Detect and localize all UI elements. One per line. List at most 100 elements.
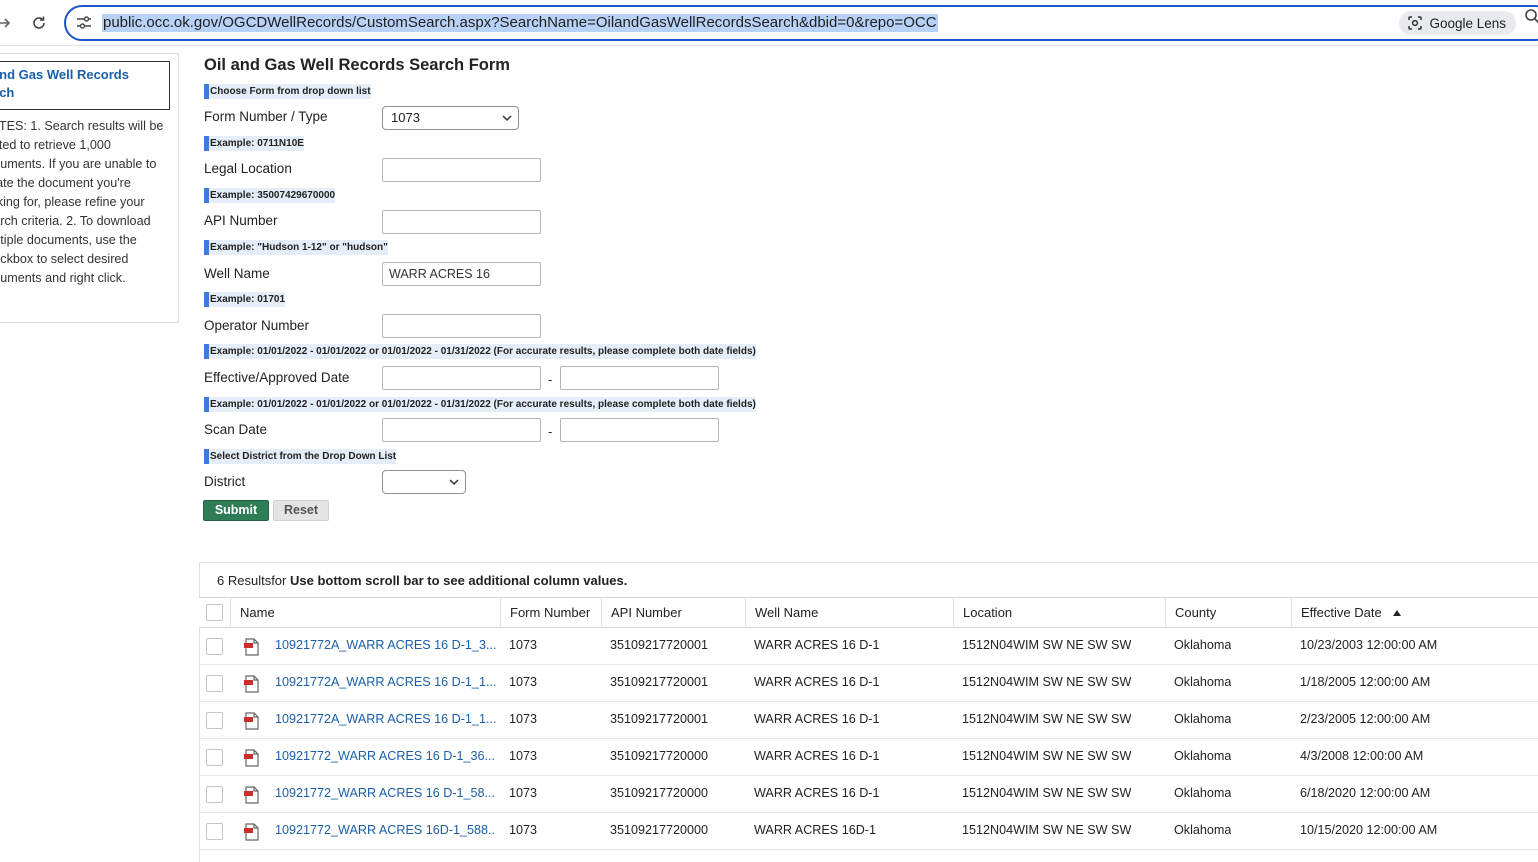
pdf-file-icon: [244, 638, 259, 656]
api-number-input[interactable]: [382, 210, 541, 234]
pdf-file-icon: [244, 749, 259, 767]
row-api-number: 35109217720000: [610, 786, 709, 800]
operator-number-input[interactable]: [382, 314, 541, 338]
row-form-number: 1073: [509, 823, 538, 837]
sort-ascending-icon: [1393, 610, 1402, 616]
row-name-link[interactable]: 10921772A_WARR ACRES 16 D-1_1...: [266, 665, 496, 701]
row-county: Oklahoma: [1174, 675, 1232, 689]
row-effective-date: 10/23/2003 12:00:00 AM: [1300, 638, 1438, 652]
google-lens-icon: [1408, 16, 1423, 30]
well-name-input[interactable]: [382, 262, 541, 286]
magnifier-icon[interactable]: [1524, 8, 1538, 26]
row-county: Oklahoma: [1174, 712, 1232, 726]
table-row[interactable]: 10921772_WARR ACRES 16 D-1_36... 1073 35…: [199, 739, 1538, 776]
row-form-number: 1073: [509, 675, 538, 689]
row-api-number: 35109217720000: [610, 823, 709, 837]
site-settings-icon[interactable]: [74, 14, 94, 32]
row-well-name: WARR ACRES 16 D-1: [754, 712, 880, 726]
table-row[interactable]: 10921772_WARR ACRES 16 D-1_58... 1073 35…: [199, 776, 1538, 813]
label-form-type: Form Number / Type: [204, 109, 328, 124]
row-api-number: 35109217720001: [610, 712, 709, 726]
hint-scan-date: Example: 01/01/2022 - 01/01/2022 or 01/0…: [204, 397, 756, 412]
hint-api-number: Example: 35007429670000: [204, 188, 336, 203]
row-effective-date: 6/18/2020 12:00:00 AM: [1300, 786, 1431, 800]
column-header-county[interactable]: County: [1165, 598, 1291, 627]
effective-date-to-input[interactable]: [560, 366, 719, 390]
forward-arrow-icon[interactable]: [0, 11, 16, 35]
column-header-location[interactable]: Location: [953, 598, 1165, 627]
column-header-well-name[interactable]: Well Name: [745, 598, 953, 627]
row-location: 1512N04WIM SW NE SW SW: [962, 638, 1132, 652]
row-county: Oklahoma: [1174, 749, 1232, 763]
submit-button[interactable]: Submit: [203, 500, 269, 521]
row-api-number: 35109217720001: [610, 638, 709, 652]
pdf-file-icon: [244, 675, 259, 693]
label-district: District: [204, 474, 246, 489]
row-effective-date: 2/23/2005 12:00:00 AM: [1300, 712, 1431, 726]
row-effective-date: 10/15/2020 12:00:00 AM: [1300, 823, 1438, 837]
hint-effective-date: Example: 01/01/2022 - 01/01/2022 or 01/0…: [204, 344, 756, 359]
form-type-select[interactable]: 1073: [382, 106, 519, 130]
results-count: 6 Resultsfor: [217, 573, 287, 588]
row-name-link[interactable]: 10921772A_WARR ACRES 16 D-1_1...: [266, 702, 496, 738]
legal-location-input[interactable]: [382, 158, 541, 182]
row-well-name: WARR ACRES 16 D-1: [754, 638, 880, 652]
effective-date-from-input[interactable]: [382, 366, 541, 390]
sidebar-notes: NOTES: 1. Search results will be limited…: [0, 119, 164, 285]
results-table-header: Name Form Number API Number Well Name Lo…: [199, 597, 1538, 628]
pdf-file-icon: [244, 712, 259, 730]
row-name-link[interactable]: 10921772_WARR ACRES 16 D-1_36...: [266, 739, 496, 775]
row-name-link[interactable]: 10921772_WARR ACRES 16D-1_588...: [266, 813, 496, 849]
row-effective-date: 1/18/2005 12:00:00 AM: [1300, 675, 1431, 689]
row-county: Oklahoma: [1174, 823, 1232, 837]
table-row[interactable]: 10921772A_WARR ACRES 16 D-1_1... 1073 35…: [199, 665, 1538, 702]
column-header-effective-date[interactable]: Effective Date: [1291, 598, 1538, 627]
row-checkbox[interactable]: [206, 638, 223, 655]
column-header-name[interactable]: Name: [230, 598, 500, 627]
row-location: 1512N04WIM SW NE SW SW: [962, 675, 1132, 689]
row-name-link[interactable]: 10921772_WARR ACRES 16 D-1_58...: [266, 776, 496, 812]
row-form-number: 1073: [509, 786, 538, 800]
sidebar-search-link-box: Oil and Gas Well Records Search: [0, 61, 170, 110]
row-well-name: WARR ACRES 16 D-1: [754, 786, 880, 800]
hint-operator-number: Example: 01701: [204, 292, 286, 307]
row-checkbox[interactable]: [206, 749, 223, 766]
row-checkbox[interactable]: [206, 786, 223, 803]
scan-date-to-input[interactable]: [560, 418, 719, 442]
hint-form-type: Choose Form from drop down list: [204, 84, 371, 99]
label-effective-date: Effective/Approved Date: [204, 370, 350, 385]
row-form-number: 1073: [509, 638, 538, 652]
label-api-number: API Number: [204, 213, 278, 228]
row-form-number: 1073: [509, 749, 538, 763]
address-bar[interactable]: public.occ.ok.gov/OGCDWellRecords/Custom…: [64, 5, 1538, 41]
row-effective-date: 4/3/2008 12:00:00 AM: [1300, 749, 1424, 763]
row-form-number: 1073: [509, 712, 538, 726]
label-scan-date: Scan Date: [204, 422, 268, 437]
row-county: Oklahoma: [1174, 638, 1232, 652]
scan-date-from-input[interactable]: [382, 418, 541, 442]
row-checkbox[interactable]: [206, 675, 223, 692]
table-row[interactable]: 10921772A_WARR ACRES 16 D-1_3... 1073 35…: [199, 628, 1538, 665]
results-note: Use bottom scroll bar to see additional …: [290, 573, 628, 588]
reload-icon[interactable]: [27, 11, 51, 35]
google-lens-label: Google Lens: [1429, 15, 1506, 31]
column-header-form-number[interactable]: Form Number: [500, 598, 601, 627]
column-header-api-number[interactable]: API Number: [601, 598, 745, 627]
chevron-down-icon: [449, 479, 459, 486]
row-checkbox[interactable]: [206, 823, 223, 840]
table-row[interactable]: 10921772A_WARR ACRES 16 D-1_1... 1073 35…: [199, 702, 1538, 739]
form-type-select-value: 1073: [391, 110, 420, 125]
row-checkbox[interactable]: [206, 712, 223, 729]
row-well-name: WARR ACRES 16D-1: [754, 823, 877, 837]
pdf-file-icon: [244, 786, 259, 804]
google-lens-button[interactable]: Google Lens: [1399, 11, 1516, 35]
reset-button[interactable]: Reset: [273, 500, 329, 521]
sidebar-search-link[interactable]: Oil and Gas Well Records Search: [0, 66, 167, 102]
label-operator-number: Operator Number: [204, 318, 310, 333]
row-location: 1512N04WIM SW NE SW SW: [962, 712, 1132, 726]
row-name-link[interactable]: 10921772A_WARR ACRES 16 D-1_3...: [266, 628, 496, 664]
table-row[interactable]: 10921772_WARR ACRES 16D-1_588... 1073 35…: [199, 813, 1538, 850]
select-all-checkbox[interactable]: [206, 604, 223, 621]
district-select[interactable]: [382, 470, 466, 494]
url-text[interactable]: public.occ.ok.gov/OGCDWellRecords/Custom…: [102, 14, 938, 32]
